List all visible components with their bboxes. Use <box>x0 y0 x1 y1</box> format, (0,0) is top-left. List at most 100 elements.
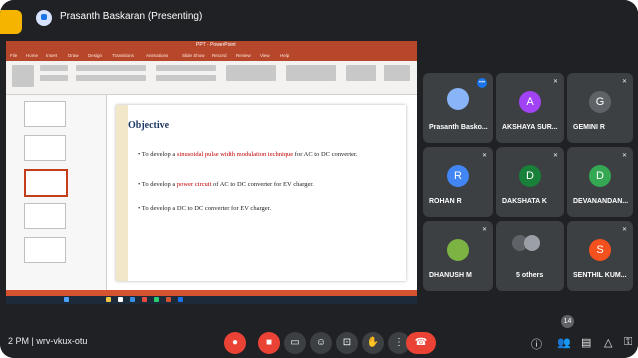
current-slide[interactable]: Objective • To develop a sinusoidal puls… <box>116 105 406 281</box>
powerpoint-title: PPT - PowerPoint <box>196 42 236 48</box>
paragraph-tool[interactable] <box>156 65 216 71</box>
mic-muted-icon: ✕ <box>552 79 558 85</box>
ribbon-tab[interactable]: View <box>260 53 270 58</box>
windows-taskbar <box>6 296 417 304</box>
participant-name: ROHAN R <box>429 198 462 205</box>
participant-tile[interactable]: ✕ DHANUSH M <box>423 221 493 291</box>
avatar <box>447 88 469 110</box>
taskbar-app-icon[interactable] <box>142 297 147 302</box>
lock-icon[interactable]: ⚿ <box>624 336 632 349</box>
ribbon-tab[interactable]: Draw <box>68 53 79 58</box>
format-tool[interactable] <box>76 75 146 81</box>
info-icon[interactable]: ⓘ <box>531 336 542 352</box>
ribbon-tab[interactable]: Home <box>26 53 38 58</box>
participant-name: AKSHAYA SUR... <box>502 124 558 131</box>
ribbon-tabs: File Home Insert Draw Design Transitions… <box>6 52 417 61</box>
slide-thumbnail[interactable] <box>24 135 66 161</box>
participant-name: DHANUSH M <box>429 272 472 279</box>
camera-toggle-button[interactable]: ■ <box>258 332 280 354</box>
participant-tile[interactable]: G ✕ GEMINI R <box>567 73 633 143</box>
powerpoint-titlebar: PPT - PowerPoint <box>6 41 417 52</box>
shared-screen: PPT - PowerPoint File Home Insert Draw D… <box>6 41 417 304</box>
avatar: D <box>519 165 541 187</box>
taskbar-app-icon[interactable] <box>178 297 183 302</box>
slide-bullet: • To develop a sinusoidal pulse width mo… <box>138 151 358 158</box>
slide-thumbnail[interactable] <box>24 101 66 127</box>
ribbon-tab[interactable]: Animations <box>146 53 168 58</box>
leave-call-button[interactable]: ☎ <box>406 332 436 354</box>
slides-pane <box>6 95 107 290</box>
slide-thumbnail[interactable] <box>24 237 66 263</box>
ribbon-tab[interactable]: Review <box>236 53 251 58</box>
taskbar-app-icon[interactable] <box>130 297 135 302</box>
activities-icon[interactable]: △ <box>604 336 612 349</box>
ribbon-tab[interactable]: File <box>10 53 17 58</box>
mic-muted-icon: ✕ <box>481 153 487 159</box>
shapes-tool[interactable] <box>226 65 276 81</box>
powerpoint-ribbon: PPT - PowerPoint File Home Insert Draw D… <box>6 41 417 95</box>
slide-title: Objective <box>128 120 170 131</box>
slide-accent-strip <box>116 105 128 281</box>
meeting-info: 2 PM | wrv-vkux-otu <box>8 336 88 346</box>
presenting-icon <box>36 10 52 26</box>
avatar <box>447 239 469 261</box>
avatar: S <box>589 239 611 261</box>
participant-tile[interactable]: D ✕ DAKSHATA K <box>496 147 564 217</box>
app-indicator <box>0 10 22 34</box>
mic-muted-icon: ✕ <box>621 153 627 159</box>
paragraph-tool[interactable] <box>156 75 216 81</box>
participant-tile[interactable]: A ✕ AKSHAYA SUR... <box>496 73 564 143</box>
raise-hand-button[interactable]: ✋ <box>362 332 384 354</box>
avatar <box>524 235 540 251</box>
font-tool[interactable] <box>76 65 146 71</box>
avatar: G <box>589 91 611 113</box>
participant-name: 5 others <box>516 272 544 279</box>
captions-button[interactable]: ▭ <box>284 332 306 354</box>
people-icon[interactable]: 👥 <box>557 336 571 349</box>
dictate-tool[interactable] <box>384 65 410 81</box>
mic-muted-icon: ✕ <box>621 79 627 85</box>
participant-tile[interactable]: R ✕ ROHAN R <box>423 147 493 217</box>
participant-tile[interactable]: D ✕ DEVANANDAN... <box>567 147 633 217</box>
meet-window: Prasanth Baskaran (Presenting) PPT - Pow… <box>0 0 638 358</box>
participant-name: DAKSHATA K <box>502 198 547 205</box>
arrange-tool[interactable] <box>286 65 336 81</box>
participant-tile[interactable]: S ✕ SENTHIL KUM... <box>567 221 633 291</box>
participant-name: DEVANANDAN... <box>573 198 629 205</box>
participant-name: GEMINI R <box>573 124 605 131</box>
ribbon-tab[interactable]: Record <box>212 53 227 58</box>
participant-name: SENTHIL KUM... <box>573 272 627 279</box>
speaking-icon: ••• <box>477 78 487 88</box>
ribbon-tab[interactable]: Transitions <box>112 53 134 58</box>
ribbon-tool[interactable] <box>40 75 68 81</box>
avatar: D <box>589 165 611 187</box>
start-icon[interactable] <box>64 297 69 302</box>
participant-tile[interactable]: 5 others <box>496 221 564 291</box>
mic-muted-icon: ✕ <box>552 153 558 159</box>
taskbar-app-icon[interactable] <box>118 297 123 302</box>
slide-thumbnail-active[interactable] <box>24 169 68 197</box>
taskbar-app-icon[interactable] <box>106 297 111 302</box>
taskbar-app-icon[interactable] <box>166 297 171 302</box>
emoji-button[interactable]: ☺ <box>310 332 332 354</box>
mic-toggle-button[interactable]: ● <box>224 332 246 354</box>
ribbon-tab[interactable]: Design <box>88 53 102 58</box>
presenter-title: Prasanth Baskaran (Presenting) <box>60 11 203 22</box>
avatar: A <box>519 91 541 113</box>
bottom-bar: 2 PM | wrv-vkux-otu ● ■ ▭ ☺ ⊡ ✋ ⋮ ☎ ⓘ 👥 … <box>0 314 638 358</box>
slide-thumbnail[interactable] <box>24 203 66 229</box>
present-button[interactable]: ⊡ <box>336 332 358 354</box>
ribbon-tool[interactable] <box>40 65 68 71</box>
participant-tile[interactable]: ••• Prasanth Basko... <box>423 73 493 143</box>
taskbar-app-icon[interactable] <box>154 297 159 302</box>
mic-muted-icon: ✕ <box>481 227 487 233</box>
paste-tool[interactable] <box>12 65 34 87</box>
avatar: R <box>447 165 469 187</box>
slide-bullet: • To develop a power circuit of AC to DC… <box>138 181 314 188</box>
ribbon-tab[interactable]: Insert <box>46 53 57 58</box>
slide-bullet: • To develop a DC to DC converter for EV… <box>138 205 272 212</box>
ribbon-tab[interactable]: Slide Show <box>182 53 205 58</box>
editing-tool[interactable] <box>346 65 376 81</box>
ribbon-tab[interactable]: Help <box>280 53 289 58</box>
chat-icon[interactable]: ▤ <box>581 336 591 349</box>
